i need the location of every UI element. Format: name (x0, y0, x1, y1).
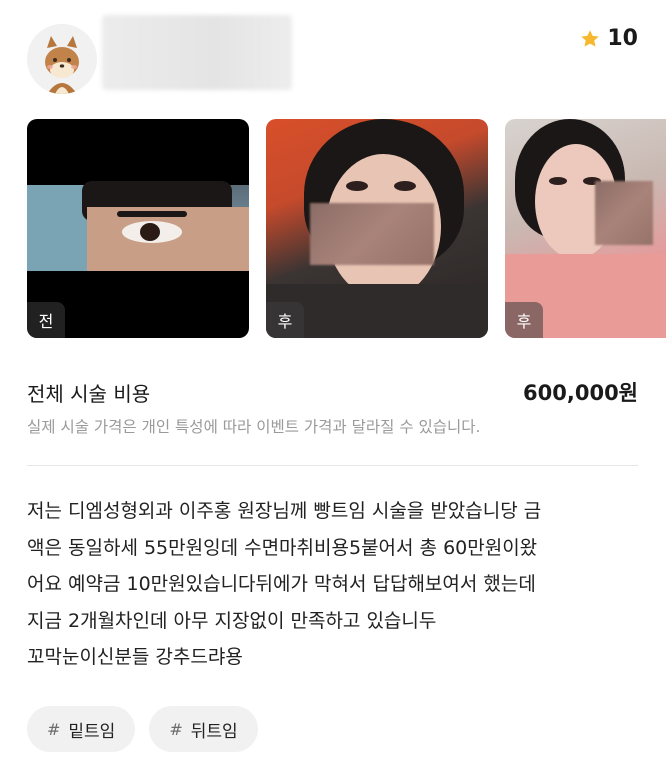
review-line: 지금 2개월차인데 아무 지장없이 만족하고 있습니두 (27, 609, 437, 632)
face-mosaic (595, 181, 653, 245)
rating-value: 10 (607, 26, 638, 51)
review-text: 저는 디엠성형외과 이주홍 원장님께 빵트임 시술을 받았습니당 금 액은 동일… (27, 493, 642, 676)
hash-icon: # (169, 719, 183, 739)
review-line: 어요 예약금 10만원있습니다뒤에가 막혀서 답답해보여서 했는데 (27, 573, 536, 595)
star-icon (581, 29, 600, 47)
total-cost-label: 전체 시술 비용 (27, 382, 151, 406)
photo-image (27, 181, 249, 271)
photo-tag: 후 (266, 302, 304, 338)
divider (27, 465, 638, 466)
photo-tag: 전 (27, 302, 65, 338)
hashtag-chip[interactable]: # 밑트임 (27, 706, 136, 752)
hashtag-chip[interactable]: # 뒤트임 (149, 706, 258, 752)
shiba-dog-icon (27, 24, 97, 94)
total-cost-value: 600,000원 (523, 381, 638, 405)
hashtag-label: 뒤트임 (190, 721, 238, 742)
review-line: 저는 디엠성형외과 이주홍 원장님께 빵트임 시술을 받았습니당 금 (27, 500, 542, 522)
face-mosaic (310, 203, 434, 265)
photo-carousel[interactable]: 전 후 후 (27, 119, 666, 338)
avatar[interactable] (27, 24, 97, 94)
hash-icon: # (47, 719, 61, 739)
hashtag-label: 밑트임 (68, 721, 116, 742)
photo-after-1[interactable]: 후 (266, 119, 488, 338)
hashtag-list: # 밑트임 # 뒤트임 (27, 706, 258, 752)
photo-tag: 후 (505, 302, 543, 338)
review-line: 액은 동일하세 55만원잉데 수면마취비용5붙어서 총 60만원이왔 (27, 536, 538, 559)
photo-before[interactable]: 전 (27, 119, 249, 338)
review-line: 꼬막눈이신분들 강추드랴용 (27, 646, 243, 668)
photo-after-2[interactable]: 후 (505, 119, 666, 338)
cost-disclaimer: 실제 시술 가격은 개인 특성에 따라 이벤트 가격과 달라질 수 있습니다. (27, 418, 481, 436)
rating: 10 (579, 26, 638, 51)
username-blurred (102, 15, 292, 90)
